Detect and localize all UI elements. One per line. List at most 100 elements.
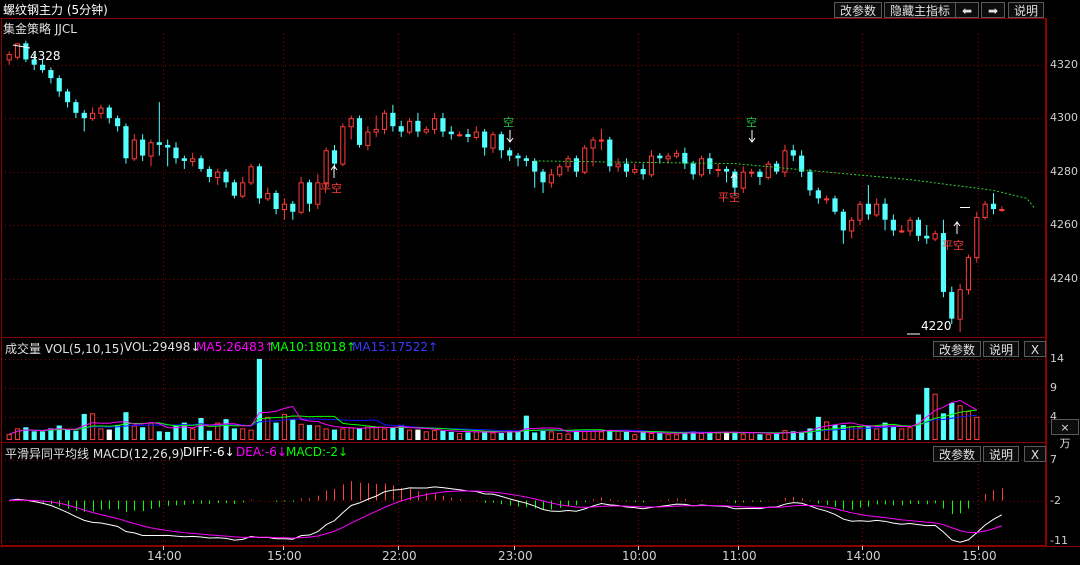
volume-bar-up (698, 433, 705, 441)
volume-bar-up (740, 433, 746, 441)
candle-body-down (448, 131, 454, 135)
volume-bar-up (6, 434, 12, 441)
volume-bar-up (899, 428, 905, 440)
volume-bar-up (98, 428, 104, 440)
candle-body-up (698, 158, 705, 176)
candle-body-down (690, 163, 696, 175)
volume-bar-up (548, 431, 554, 440)
candle-body-down (81, 112, 87, 119)
volume-bar-up (673, 434, 680, 441)
volume-bar-up (348, 427, 354, 440)
time-tick-0: 14:00 (147, 549, 182, 563)
macd-help-button[interactable]: 说明 (983, 446, 1020, 462)
candle-body-down (498, 134, 504, 151)
high-price-label: 4328 (30, 49, 61, 63)
candle-body-down (23, 43, 29, 60)
volume-bar-down (623, 431, 630, 440)
volume-bar-up (340, 428, 346, 440)
candle-body-up (648, 155, 655, 176)
candle-body-up (907, 219, 913, 232)
volume-bar-down (465, 432, 471, 440)
volume-bar-up (632, 434, 638, 441)
candle-body-down (540, 171, 546, 183)
candle-body-down (790, 150, 796, 156)
time-tick-1: 15:00 (267, 549, 302, 563)
volume-indicator-name: 成交量 VOL(5,10,15) (5, 342, 125, 356)
candle-body-down (198, 158, 204, 169)
volume-bar-down (140, 427, 146, 440)
time-tick-6: 14:00 (846, 549, 881, 563)
macd-params-button[interactable]: 改参数 (933, 446, 982, 462)
time-tick-5: 11:00 (722, 549, 757, 563)
candle-body-up (665, 155, 671, 160)
volume-bar-down (890, 426, 896, 440)
candle-body-up (340, 126, 346, 165)
signal-short-2: 空 (746, 116, 757, 129)
candle-body-down (949, 291, 955, 319)
candle-body-down (123, 126, 129, 159)
candle-body-down (440, 118, 446, 132)
candle-body-up (857, 203, 863, 221)
volume-bar-down (440, 430, 446, 440)
candle-body-up (899, 230, 905, 233)
volume-ma15: MA15:17522↑ (352, 340, 439, 354)
candle-body-down (181, 158, 187, 161)
candle-body-up (715, 168, 721, 171)
volume-bar-up (190, 428, 196, 440)
candle-body-up (240, 182, 246, 197)
candle-body-down (482, 131, 488, 148)
macd-dea: DEA:-6↓ (236, 445, 287, 459)
time-tick-4: 10:00 (622, 549, 657, 563)
candle-body-down (732, 171, 738, 188)
volume-bar-down (331, 429, 338, 440)
candle-body-up (457, 134, 463, 137)
volume-bar-down (924, 387, 930, 440)
candle-body-down (990, 203, 997, 210)
macd-diff-line (9, 486, 1003, 543)
volume-bar-down (223, 419, 229, 440)
candle-body-up (98, 107, 104, 114)
candle-body-up (190, 158, 196, 162)
volume-bar-up (373, 427, 379, 440)
macd-value: MACD:-2↓ (286, 445, 349, 459)
candle-body-down (465, 134, 471, 137)
macd-diff: DIFF:-6↓ (183, 445, 235, 459)
candle-body-up (957, 289, 963, 320)
candle-body-down (924, 235, 930, 239)
candle-body-up (673, 152, 680, 157)
price-tick-1: 4300 (1050, 111, 1078, 125)
volume-bar-down (290, 419, 296, 440)
candle-body-down (832, 198, 838, 212)
macd-close-button[interactable]: X (1024, 446, 1046, 462)
volume-help-button[interactable]: 说明 (983, 341, 1020, 357)
volume-bar-up (457, 433, 463, 441)
candle-body-up (323, 150, 329, 184)
volume-bar-down (106, 429, 112, 440)
candle-body-up (965, 257, 972, 291)
volume-value: VOL:29498↓ (124, 340, 201, 354)
volume-bar-up (423, 431, 429, 440)
volume-bar-up (565, 433, 571, 441)
volume-params-button[interactable]: 改参数 (933, 341, 982, 357)
volume-bar-down (507, 431, 513, 440)
time-tick-2: 22:00 (382, 549, 417, 563)
candle-body-up (348, 118, 354, 128)
volume-close-button[interactable]: X (1024, 341, 1046, 357)
volume-bar-down (198, 417, 204, 440)
candle-body-up (557, 166, 563, 176)
volume-bar-down (832, 424, 838, 440)
candle-body-up (590, 139, 596, 149)
candle-body-down (56, 78, 62, 92)
volume-bar-down (657, 432, 663, 440)
candle-body-down (682, 152, 688, 164)
volume-bar-up (490, 432, 496, 440)
candle-body-down (915, 219, 921, 236)
candle-body-down (64, 91, 71, 103)
volume-bar-up (315, 425, 321, 441)
volume-bar-up (432, 430, 438, 441)
volume-bar-up (765, 434, 771, 441)
signal-close-short-2: 平空 (718, 191, 740, 204)
candle-body-down (306, 182, 313, 204)
volume-bar-down (56, 425, 62, 440)
volume-bar-up (598, 431, 605, 440)
